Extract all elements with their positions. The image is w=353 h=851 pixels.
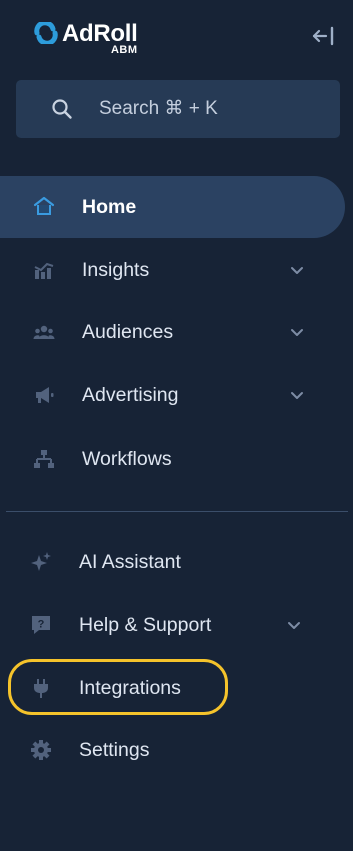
collapse-sidebar-icon[interactable] — [311, 26, 335, 46]
search-placeholder: Search ⌘ + K — [99, 98, 218, 119]
nav-label-home: Home — [82, 196, 137, 218]
sparkle-icon — [31, 552, 51, 571]
chevron-down-icon[interactable] — [287, 619, 301, 631]
nav-label-audiences: Audiences — [82, 321, 174, 343]
gear-icon — [31, 740, 51, 760]
help-icon: ? — [32, 616, 50, 634]
svg-text:?: ? — [38, 619, 45, 631]
sidebar-header: AdRoll ABM — [0, 0, 353, 70]
nav-label-settings: Settings — [79, 739, 150, 761]
people-icon — [33, 325, 55, 339]
search-icon — [52, 99, 72, 119]
nav-item-workflows[interactable]: Workflows — [0, 428, 345, 490]
nav-label-workflows: Workflows — [82, 448, 172, 470]
search-input[interactable]: Search ⌘ + K — [16, 80, 340, 138]
nav-label-insights: Insights — [82, 259, 150, 281]
nav-label-help-support: Help & Support — [79, 614, 212, 636]
adroll-logo-icon — [34, 22, 58, 44]
workflow-icon — [34, 450, 54, 468]
nav-item-home[interactable]: Home — [0, 176, 345, 238]
nav-label-ai-assistant: AI Assistant — [79, 551, 181, 573]
nav-item-advertising[interactable]: Advertising — [0, 364, 345, 426]
nav-item-help-support[interactable]: ? Help & Support — [0, 594, 345, 656]
home-icon — [33, 196, 55, 215]
nav-item-insights[interactable]: Insights — [0, 239, 345, 301]
nav-item-audiences[interactable]: Audiences — [0, 301, 345, 363]
chevron-down-icon[interactable] — [290, 326, 304, 338]
nav-divider — [6, 511, 348, 512]
nav-label-integrations: Integrations — [79, 677, 181, 699]
plug-icon — [34, 679, 48, 698]
nav-item-ai-assistant[interactable]: AI Assistant — [0, 531, 345, 593]
brand-sub: ABM — [110, 44, 138, 56]
megaphone-icon — [36, 387, 54, 403]
nav-item-settings[interactable]: Settings — [0, 719, 345, 781]
chevron-down-icon[interactable] — [290, 264, 304, 276]
chart-icon — [34, 262, 54, 279]
adroll-logo[interactable]: AdRoll ABM — [34, 20, 138, 56]
nav-item-integrations[interactable]: Integrations — [0, 657, 345, 719]
nav-label-advertising: Advertising — [82, 384, 179, 406]
chevron-down-icon[interactable] — [290, 389, 304, 401]
